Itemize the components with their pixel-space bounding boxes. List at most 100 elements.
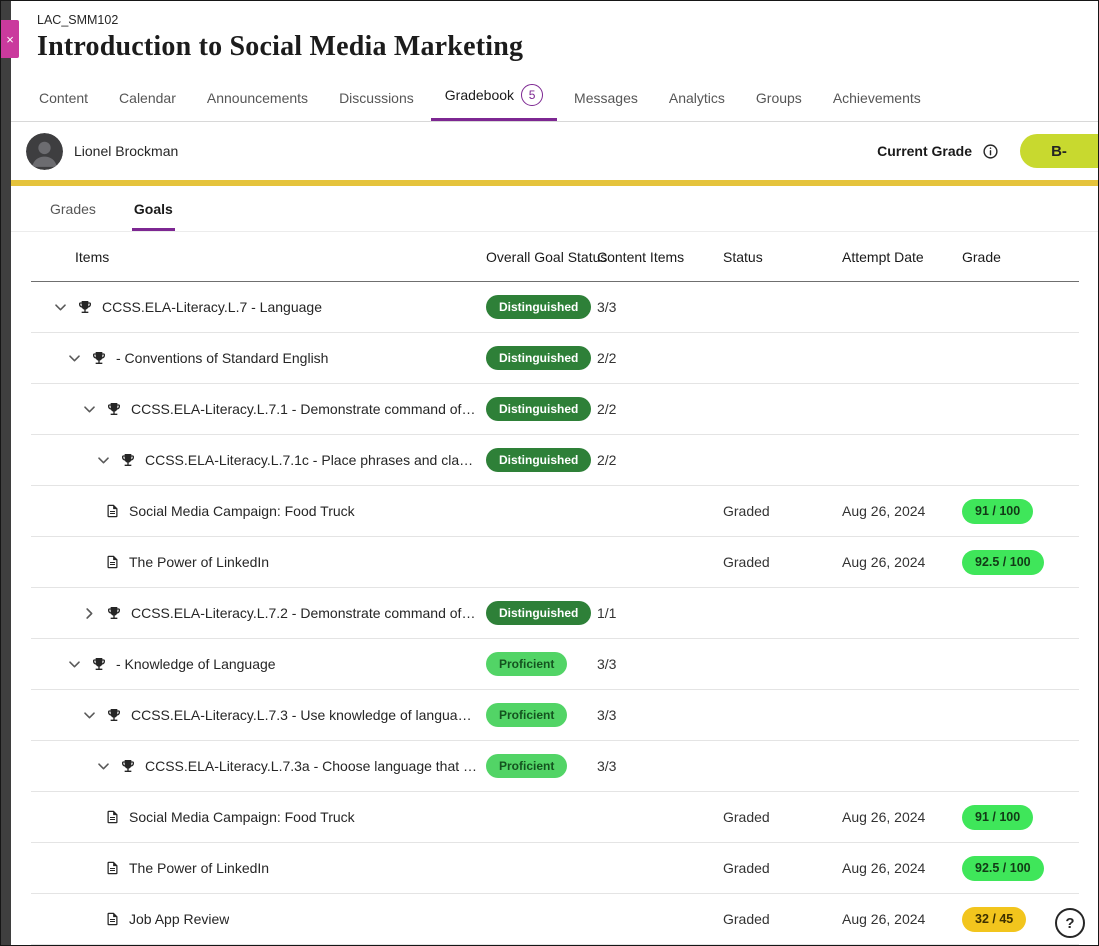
student-name: Lionel Brockman xyxy=(74,143,178,159)
item-status-cell: Graded xyxy=(723,554,842,570)
content-items-count: 3/3 xyxy=(597,758,616,774)
column-header-grade: Grade xyxy=(962,249,1079,265)
help-button[interactable]: ? xyxy=(1055,908,1085,938)
content-item-title[interactable]: The Power of LinkedIn xyxy=(129,554,269,570)
item-status: Graded xyxy=(723,911,770,927)
tab-gradebook[interactable]: Gradebook5 xyxy=(431,76,557,121)
course-nav: Content Calendar Announcements Discussions G… xyxy=(11,76,1098,122)
goal-status-pill: Distinguished xyxy=(486,397,591,421)
tab-announcements[interactable]: Announcements xyxy=(205,82,310,121)
content-item-title[interactable]: The Power of LinkedIn xyxy=(129,860,269,876)
goal-label: CCSS.ELA-Literacy.L.7.1c - Place phrases… xyxy=(145,452,478,468)
course-header: LAC_SMM102 Introduction to Social Media … xyxy=(11,1,1098,63)
goal-trophy-icon xyxy=(106,707,122,723)
goal-status-cell: Proficient xyxy=(486,703,597,727)
content-items-count-cell: 3/3 xyxy=(597,656,723,672)
goal-row: CCSS.ELA-Literacy.L.7.2 - Demonstrate co… xyxy=(31,588,1079,639)
app-window: × LAC_SMM102 Introduction to Social Medi… xyxy=(0,0,1099,946)
attempt-date: Aug 26, 2024 xyxy=(842,554,925,570)
goal-status-pill: Distinguished xyxy=(486,448,591,472)
column-header-status: Status xyxy=(723,249,842,265)
items-cell: CCSS.ELA-Literacy.L.7.1c - Place phrases… xyxy=(31,452,486,468)
content-item-row: Job App ReviewGradedAug 26, 202432 / 45 xyxy=(31,894,1079,945)
collapse-chevron-icon[interactable] xyxy=(96,759,111,774)
tab-label: Analytics xyxy=(669,90,725,106)
tab-groups[interactable]: Groups xyxy=(754,82,804,121)
tab-analytics[interactable]: Analytics xyxy=(667,82,727,121)
collapse-chevron-icon[interactable] xyxy=(82,402,97,417)
goal-label: CCSS.ELA-Literacy.L.7.3 - Use knowledge … xyxy=(131,707,478,723)
subtab-grades[interactable]: Grades xyxy=(48,186,98,231)
tab-label: Discussions xyxy=(339,90,414,106)
goal-status-cell: Proficient xyxy=(486,652,597,676)
tab-label: Achievements xyxy=(833,90,921,106)
item-status: Graded xyxy=(723,554,770,570)
content-item-title[interactable]: Social Media Campaign: Food Truck xyxy=(129,809,355,825)
items-cell: CCSS.ELA-Literacy.L.7.3a - Choose langua… xyxy=(31,758,486,774)
goal-label: - Knowledge of Language xyxy=(116,656,276,672)
items-cell: Social Media Campaign: Food Truck xyxy=(31,503,486,519)
page-title: Introduction to Social Media Marketing xyxy=(37,31,1098,63)
tab-label: Calendar xyxy=(119,90,176,106)
tab-label: Announcements xyxy=(207,90,308,106)
subtab-goals[interactable]: Goals xyxy=(132,186,175,231)
collapse-chevron-icon[interactable] xyxy=(96,453,111,468)
document-icon xyxy=(105,503,120,519)
content-items-count: 3/3 xyxy=(597,656,616,672)
close-panel-button[interactable]: × xyxy=(1,20,19,58)
person-silhouette-icon xyxy=(26,133,63,170)
items-cell: - Knowledge of Language xyxy=(31,656,486,672)
table-body: CCSS.ELA-Literacy.L.7 - LanguageDistingu… xyxy=(31,282,1079,945)
document-icon xyxy=(105,860,120,876)
goal-trophy-icon xyxy=(106,605,122,621)
current-grade-pill[interactable]: B- xyxy=(1020,134,1098,168)
content-item-row: Social Media Campaign: Food TruckGradedA… xyxy=(31,792,1079,843)
grade-pill: 91 / 100 xyxy=(962,499,1033,524)
collapse-chevron-icon[interactable] xyxy=(82,708,97,723)
goal-row: - Knowledge of Language Proficient 3/3 xyxy=(31,639,1079,690)
content-item-row: The Power of LinkedInGradedAug 26, 20249… xyxy=(31,537,1079,588)
content-item-title[interactable]: Job App Review xyxy=(129,911,229,927)
items-cell: CCSS.ELA-Literacy.L.7 - Language xyxy=(31,299,486,315)
attempt-date-cell: Aug 26, 2024 xyxy=(842,860,962,876)
attempt-date-cell: Aug 26, 2024 xyxy=(842,911,962,927)
info-icon[interactable] xyxy=(982,143,999,160)
tab-label: Groups xyxy=(756,90,802,106)
items-cell: CCSS.ELA-Literacy.L.7.1 - Demonstrate co… xyxy=(31,401,486,417)
item-status: Graded xyxy=(723,809,770,825)
items-cell: Social Media Campaign: Food Truck xyxy=(31,809,486,825)
tab-calendar[interactable]: Calendar xyxy=(117,82,178,121)
content-items-count: 2/2 xyxy=(597,452,616,468)
content-item-title[interactable]: Social Media Campaign: Food Truck xyxy=(129,503,355,519)
collapse-chevron-icon[interactable] xyxy=(53,300,68,315)
content-items-count-cell: 3/3 xyxy=(597,299,723,315)
goal-trophy-icon xyxy=(106,401,122,417)
collapse-chevron-icon[interactable] xyxy=(67,657,82,672)
expand-chevron-icon[interactable] xyxy=(82,606,97,621)
collapse-chevron-icon[interactable] xyxy=(67,351,82,366)
goals-table: ItemsOverall Goal StatusContent ItemsSta… xyxy=(31,232,1079,945)
goal-row: - Conventions of Standard EnglishDisting… xyxy=(31,333,1079,384)
table-header-row: ItemsOverall Goal StatusContent ItemsSta… xyxy=(31,232,1079,282)
goal-status-pill: Proficient xyxy=(486,754,567,778)
content-item-row: The Power of LinkedInGradedAug 26, 20249… xyxy=(31,843,1079,894)
column-header-overall-goal-status: Overall Goal Status xyxy=(486,249,597,265)
items-cell: The Power of LinkedIn xyxy=(31,554,486,570)
goal-status-cell: Distinguished xyxy=(486,346,597,370)
tab-discussions[interactable]: Discussions xyxy=(337,82,416,121)
items-cell: CCSS.ELA-Literacy.L.7.2 - Demonstrate co… xyxy=(31,605,486,621)
goal-status-pill: Proficient xyxy=(486,652,567,676)
document-icon xyxy=(105,911,120,927)
goal-trophy-icon xyxy=(91,656,107,672)
content-items-count: 2/2 xyxy=(597,350,616,366)
attempt-date: Aug 26, 2024 xyxy=(842,911,925,927)
goal-row: CCSS.ELA-Literacy.L.7.1c - Place phrases… xyxy=(31,435,1079,486)
tab-achievements[interactable]: Achievements xyxy=(831,82,923,121)
grade-cell: 91 / 100 xyxy=(962,805,1079,830)
tab-content[interactable]: Content xyxy=(37,82,90,121)
goal-status-pill: Distinguished xyxy=(486,295,591,319)
current-grade-label: Current Grade xyxy=(877,143,972,159)
course-code: LAC_SMM102 xyxy=(37,13,1098,27)
tab-messages[interactable]: Messages xyxy=(572,82,640,121)
goal-status-cell: Distinguished xyxy=(486,601,597,625)
